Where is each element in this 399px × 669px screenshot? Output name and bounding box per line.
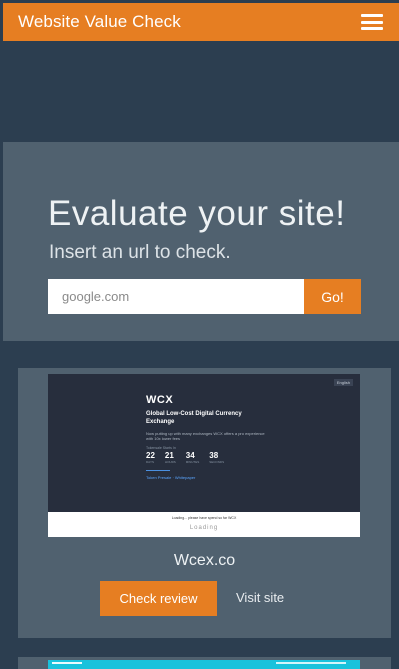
go-button[interactable]: Go!	[304, 279, 361, 314]
countdown-days: 22 DAYS	[146, 451, 155, 464]
results-list: English WCX Global Low-Cost Digital Curr…	[3, 341, 399, 669]
countdown-label: SECONDS	[209, 460, 225, 464]
countdown-label: DAYS	[146, 460, 154, 464]
check-review-button[interactable]: Check review	[100, 581, 217, 616]
hamburger-bar	[361, 27, 383, 30]
thumbnail-headline: Global Low-Cost Digital Currency Exchang…	[146, 411, 242, 425]
countdown-minutes: 34 MINUTES	[186, 451, 200, 464]
hero-section: Evaluate your site! Insert an url to che…	[3, 142, 399, 341]
navbar: Website Value Check	[3, 3, 399, 41]
countdown-seconds: 38 SECONDS	[209, 451, 224, 464]
site-thumbnail[interactable]: English WCX Global Low-Cost Digital Curr…	[48, 374, 360, 537]
thumbnail-bottom-text: Loading	[189, 525, 219, 531]
thumbnail-loading-text: Loading... please have spend so far WCX	[171, 516, 237, 520]
visit-site-link[interactable]: Visit site	[236, 590, 284, 605]
thumbnail-links: Token Presale · Whitepaper	[146, 475, 196, 480]
thumbnail-countdown: 22 DAYS 21 HOURS 34 MINUTES 38 SECONDS	[146, 451, 224, 464]
hero-subtitle: Insert an url to check.	[49, 242, 231, 263]
thumbnail-body: Now putting up with many exchanges WCX o…	[146, 431, 265, 441]
site-thumbnail[interactable]	[48, 660, 360, 669]
thumbnail-divider	[146, 470, 170, 471]
thumbnail-language: English	[333, 379, 353, 386]
countdown-label: HOURS	[164, 460, 176, 464]
countdown-value: 22	[146, 451, 155, 460]
hamburger-bar	[361, 20, 383, 24]
result-card	[18, 657, 391, 669]
countdown-value: 34	[185, 451, 195, 460]
thumbnail-footer: Loading... please have spend so far WCX …	[48, 512, 360, 537]
countdown-label: MINUTES	[185, 460, 200, 464]
thumbnail-hero: English WCX Global Low-Cost Digital Curr…	[48, 374, 360, 512]
hero-title: Evaluate your site!	[48, 194, 346, 233]
thumbnail-countdown-label: Tokensale Starts In	[146, 446, 176, 450]
countdown-value: 21	[164, 451, 174, 460]
thumbnail-nav	[276, 662, 346, 664]
hamburger-menu-icon[interactable]	[361, 14, 383, 30]
countdown-hours: 21 HOURS	[165, 451, 176, 464]
thumbnail-logo: WCX	[146, 394, 174, 406]
brand-title[interactable]: Website Value Check	[18, 12, 181, 32]
site-name: Wcex.co	[173, 552, 236, 569]
thumbnail-logo	[52, 662, 82, 664]
hamburger-bar	[361, 14, 383, 17]
url-input[interactable]	[48, 279, 304, 314]
top-spacer	[3, 41, 399, 142]
result-card: English WCX Global Low-Cost Digital Curr…	[18, 368, 391, 638]
countdown-value: 38	[209, 451, 219, 460]
url-search-form: Go!	[48, 279, 361, 314]
